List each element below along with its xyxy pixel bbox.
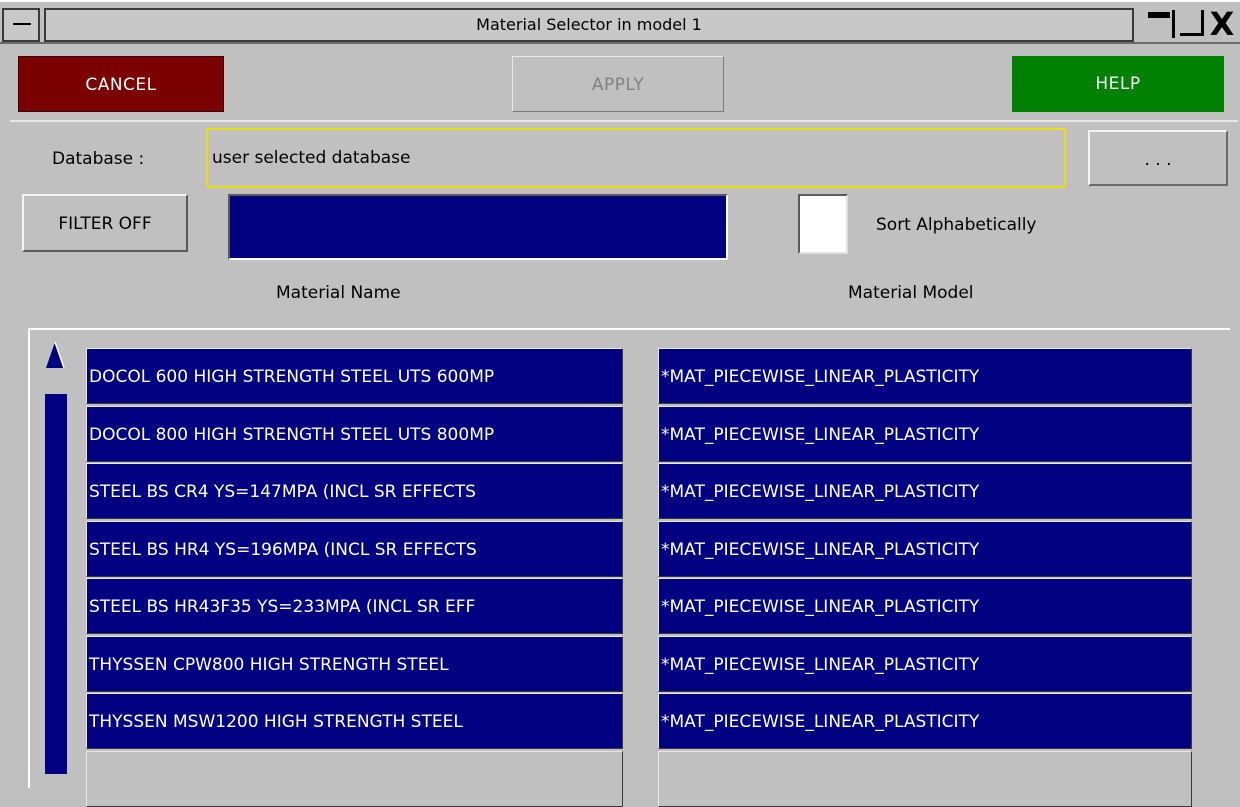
database-field[interactable]: user selected database: [206, 128, 1066, 188]
close-icon[interactable]: X: [1206, 8, 1238, 40]
material-model-cell[interactable]: *MAT_PIECEWISE_LINEAR_PLASTICITY: [658, 693, 1192, 749]
window-title: Material Selector in model 1: [476, 15, 702, 34]
system-menu-icon[interactable]: [2, 8, 40, 42]
help-button[interactable]: HELP: [1012, 56, 1224, 112]
browse-database-button[interactable]: . . .: [1088, 130, 1228, 186]
material-model-cell[interactable]: *MAT_PIECEWISE_LINEAR_PLASTICITY: [658, 406, 1192, 462]
maximize-icon[interactable]: [1176, 8, 1208, 40]
material-model-cell[interactable]: *MAT_PIECEWISE_LINEAR_PLASTICITY: [658, 463, 1192, 519]
sort-alphabetically-checkbox[interactable]: [798, 194, 848, 254]
scroll-up-arrow-icon[interactable]: [42, 340, 68, 374]
divider: [10, 120, 1238, 122]
column-header-material-model: Material Model: [848, 283, 974, 303]
minimize-icon[interactable]: [1144, 8, 1176, 40]
database-label: Database :: [52, 149, 145, 169]
material-model-cell[interactable]: [658, 751, 1192, 807]
material-name-cell[interactable]: STEEL BS HR4 YS=196MPA (INCL SR EFFECTS: [86, 521, 623, 577]
material-model-cell[interactable]: *MAT_PIECEWISE_LINEAR_PLASTICITY: [658, 521, 1192, 577]
column-header-material-name: Material Name: [276, 283, 401, 303]
material-name-cell[interactable]: THYSSEN MSW1200 HIGH STRENGTH STEEL: [86, 693, 623, 749]
material-model-cell[interactable]: *MAT_PIECEWISE_LINEAR_PLASTICITY: [658, 578, 1192, 634]
material-name-cell[interactable]: STEEL BS CR4 YS=147MPA (INCL SR EFFECTS: [86, 463, 623, 519]
apply-button[interactable]: APPLY: [512, 56, 724, 112]
material-name-cell[interactable]: DOCOL 600 HIGH STRENGTH STEEL UTS 600MP: [86, 348, 623, 404]
material-name-cell[interactable]: THYSSEN CPW800 HIGH STRENGTH STEEL: [86, 636, 623, 692]
cancel-button[interactable]: CANCEL: [18, 56, 224, 112]
material-model-cell[interactable]: *MAT_PIECEWISE_LINEAR_PLASTICITY: [658, 636, 1192, 692]
material-model-cell[interactable]: *MAT_PIECEWISE_LINEAR_PLASTICITY: [658, 348, 1192, 404]
material-name-cell[interactable]: [86, 751, 623, 807]
filter-input[interactable]: [228, 194, 728, 260]
sort-alphabetically-label: Sort Alphabetically: [876, 215, 1037, 235]
material-name-cell[interactable]: DOCOL 800 HIGH STRENGTH STEEL UTS 800MP: [86, 406, 623, 462]
material-name-cell[interactable]: STEEL BS HR43F35 YS=233MPA (INCL SR EFF: [86, 578, 623, 634]
scrollbar-thumb[interactable]: [45, 394, 67, 774]
filter-toggle-button[interactable]: FILTER OFF: [22, 194, 188, 252]
